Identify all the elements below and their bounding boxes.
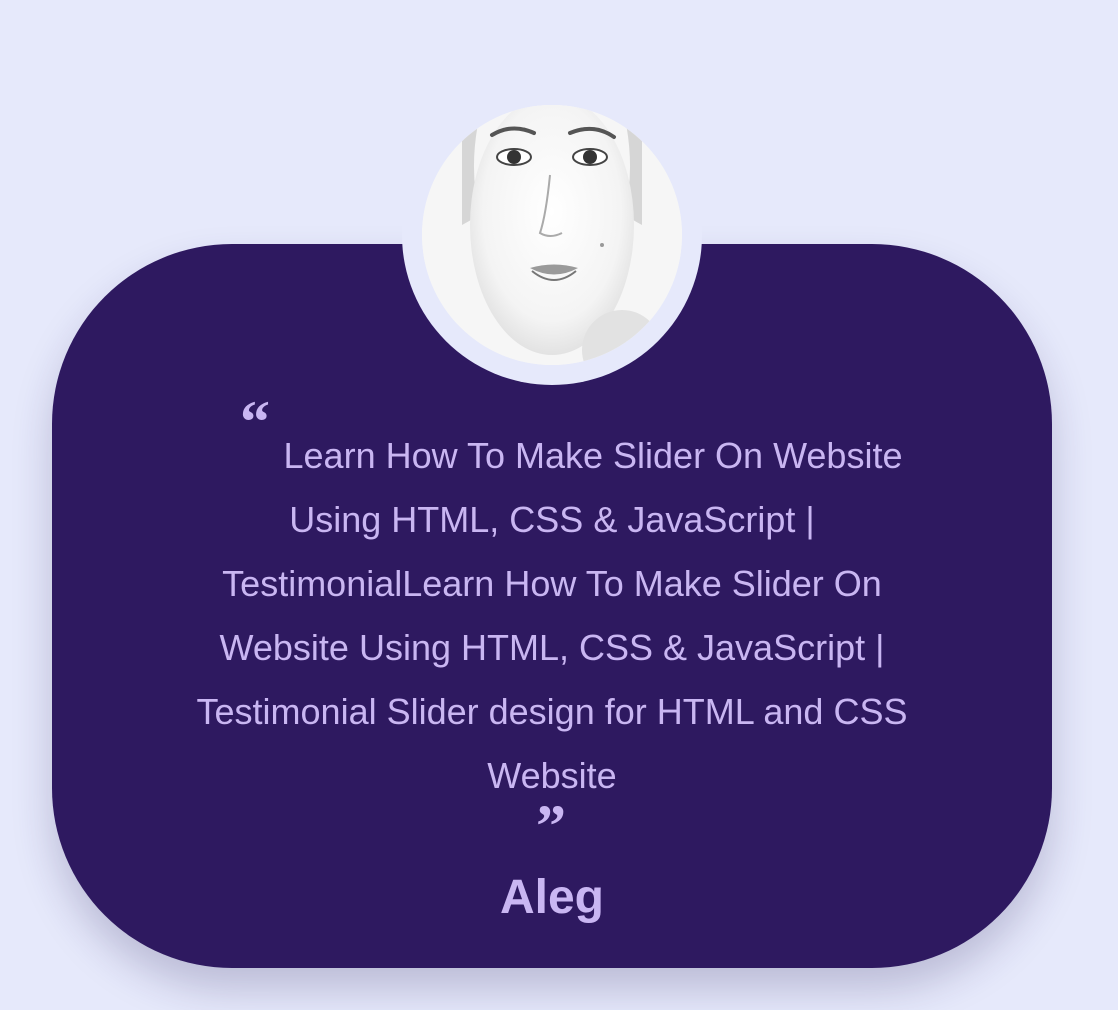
avatar — [422, 105, 682, 365]
testimonial-text: Learn How To Make Slider On Website Usin… — [196, 435, 908, 796]
author-name: Aleg — [499, 871, 604, 924]
portrait-photo-icon — [422, 105, 682, 365]
close-quote-icon: ” — [536, 793, 566, 859]
